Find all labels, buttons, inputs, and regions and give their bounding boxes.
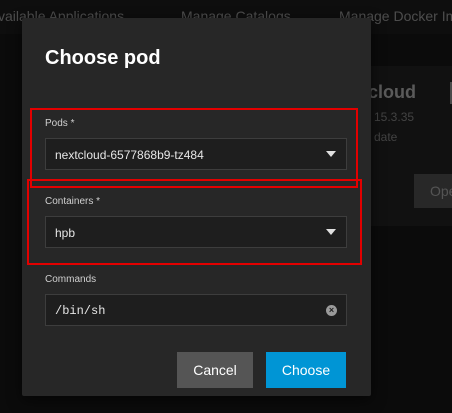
choose-button[interactable]: Choose <box>266 352 346 388</box>
choose-pod-dialog: Choose pod Pods * nextcloud-6577868b9-tz… <box>22 18 371 396</box>
pods-label: Pods * <box>45 118 75 129</box>
clear-icon[interactable]: × <box>326 305 337 316</box>
commands-label: Commands <box>45 274 97 285</box>
dialog-title: Choose pod <box>45 47 161 69</box>
containers-label: Containers * <box>45 196 101 207</box>
chevron-down-icon <box>326 151 336 157</box>
pods-select-value: nextcloud-6577868b9-tz484 <box>55 148 204 162</box>
cancel-button[interactable]: Cancel <box>177 352 253 388</box>
containers-select[interactable]: hpb <box>45 216 347 248</box>
chevron-down-icon <box>326 229 336 235</box>
containers-select-value: hpb <box>55 226 76 240</box>
commands-input-value: /bin/sh <box>55 304 106 318</box>
screen: vailable Applications Manage Catalogs Ma… <box>0 0 452 413</box>
commands-input[interactable]: /bin/sh × <box>45 294 347 326</box>
pods-select[interactable]: nextcloud-6577868b9-tz484 <box>45 138 347 170</box>
